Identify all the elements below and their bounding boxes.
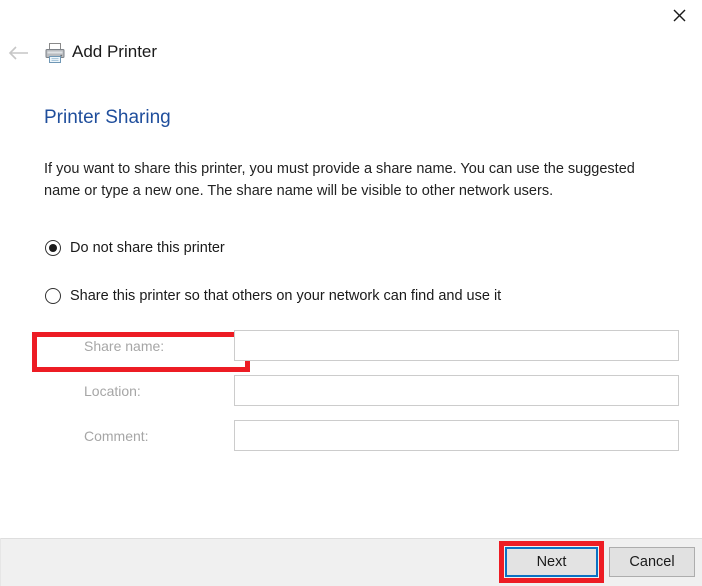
radio-indicator-share-printer[interactable] — [45, 288, 61, 304]
share-details-form: Share name: Location: Comment: — [0, 330, 702, 465]
label-location: Location: — [84, 383, 141, 399]
page-title: Printer Sharing — [44, 107, 171, 128]
intro-description: If you want to share this printer, you m… — [44, 161, 635, 199]
radio-option-share-printer[interactable]: Share this printer so that others on you… — [45, 283, 702, 309]
form-row-location: Location: — [0, 375, 702, 406]
close-button[interactable] — [656, 0, 702, 30]
radio-label-share-printer: Share this printer so that others on you… — [70, 288, 502, 304]
form-row-comment: Comment: — [0, 420, 702, 451]
printer-icon — [43, 41, 67, 65]
radio-option-do-not-share[interactable]: Do not share this printer — [45, 235, 702, 261]
back-arrow-icon — [8, 46, 28, 60]
title-bar — [0, 0, 702, 32]
cancel-button[interactable]: Cancel — [609, 547, 695, 577]
label-comment: Comment: — [84, 428, 149, 444]
comment-input[interactable] — [234, 420, 679, 451]
share-name-input[interactable] — [234, 330, 679, 361]
window-title: Add Printer — [72, 42, 158, 61]
location-input[interactable] — [234, 375, 679, 406]
footer-left-edge — [0, 538, 1, 586]
navigation-row: Add Printer — [0, 36, 702, 70]
radio-indicator-do-not-share[interactable] — [45, 240, 61, 256]
add-printer-wizard-window: Add Printer Printer Sharing If you want … — [0, 0, 702, 586]
sharing-options-group: Do not share this printer Share this pri… — [0, 235, 702, 309]
radio-label-do-not-share: Do not share this printer — [70, 240, 225, 256]
close-icon — [673, 9, 685, 21]
wizard-content: Printer Sharing If you want to share thi… — [0, 90, 702, 538]
next-button[interactable]: Next — [505, 547, 598, 577]
label-share-name: Share name: — [84, 338, 165, 354]
form-row-share-name: Share name: — [0, 330, 702, 361]
back-button[interactable] — [4, 38, 34, 68]
